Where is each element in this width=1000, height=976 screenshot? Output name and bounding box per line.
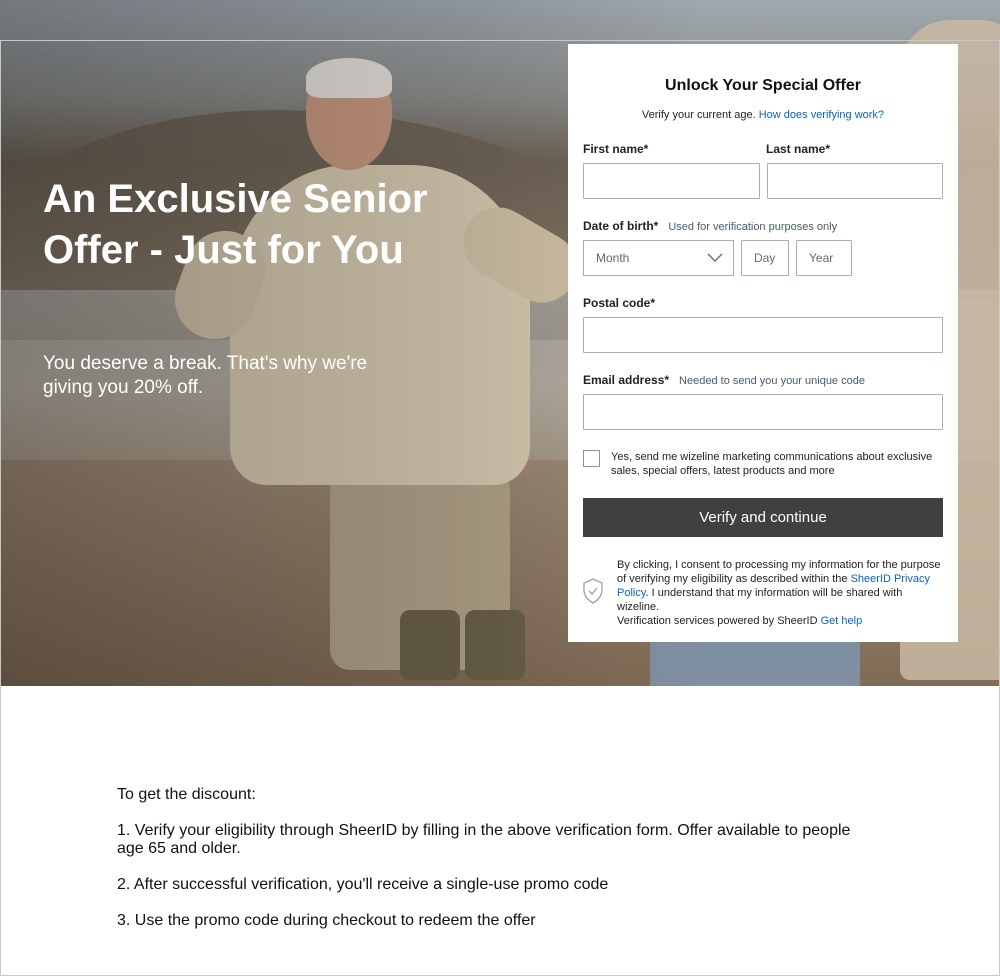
year-field[interactable] (796, 240, 852, 276)
how-verifying-works-link[interactable]: How does verifying work? (759, 109, 884, 121)
instruction-step-2: 2. After successful verification, you'll… (117, 876, 609, 893)
instruction-step-3: 3. Use the promo code during checkout to… (117, 912, 536, 929)
verification-form: Unlock Your Special Offer Verify your cu… (568, 44, 958, 642)
month-select[interactable]: Month (583, 240, 734, 276)
form-title: Unlock Your Special Offer (665, 77, 861, 94)
email-hint: Needed to send you your unique code (679, 375, 865, 387)
form-intro-text: Verify your current age. (641, 109, 756, 121)
verify-continue-button[interactable]: Verify and continue (583, 498, 943, 537)
hero-subtitle: You deserve a break. That's why we're gi… (43, 353, 368, 398)
legal-text-end: . I understand that my information will … (617, 587, 903, 613)
email-field[interactable] (583, 394, 943, 430)
discount-instructions: To get the discount: 1. Verify your elig… (117, 786, 877, 948)
hero-title: An Exclusive Senior Offer - Just for You (43, 177, 428, 272)
month-select-value: Month (596, 251, 630, 265)
page: An Exclusive Senior Offer - Just for You… (0, 0, 1000, 976)
last-name-label: Last name* (766, 142, 831, 156)
marketing-optin-checkbox[interactable] (583, 450, 600, 467)
chevron-down-icon (707, 253, 723, 262)
form-intro: Verify your current age. How does verify… (568, 109, 958, 121)
shield-check-icon (583, 578, 603, 604)
dob-hint: Used for verification purposes only (668, 221, 838, 233)
legal-consent: By clicking, I consent to processing my … (617, 558, 947, 628)
dob-label-row: Date of birth* Used for verification purp… (583, 219, 837, 233)
first-name-field[interactable] (583, 163, 760, 199)
instructions-heading: To get the discount: (117, 786, 256, 803)
day-field[interactable] (741, 240, 789, 276)
email-label: Email address* (583, 373, 670, 387)
postal-code-field[interactable] (583, 317, 943, 353)
instruction-step-1: 1. Verify your eligibility through Sheer… (117, 822, 851, 857)
last-name-field[interactable] (767, 163, 943, 199)
powered-by-text: Verification services powered by SheerID (617, 615, 818, 627)
marketing-optin-label: Yes, send me wizeline marketing communic… (611, 451, 933, 477)
email-label-row: Email address* Needed to send you your un… (583, 373, 865, 387)
first-name-label: First name* (583, 142, 649, 156)
get-help-link[interactable]: Get help (821, 615, 863, 627)
postal-code-label: Postal code* (583, 296, 656, 310)
dob-label: Date of birth* (583, 219, 659, 233)
